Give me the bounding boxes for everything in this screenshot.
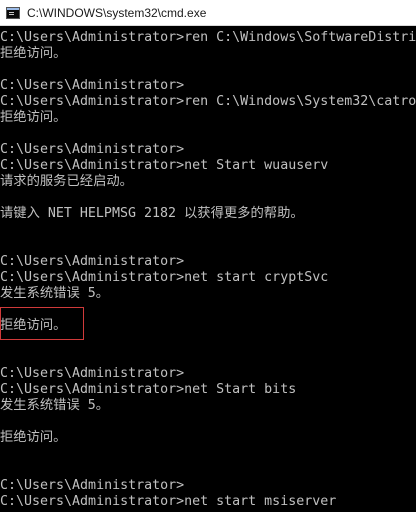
console-line: 请键入 NET HELPMSG 2182 以获得更多的帮助。 <box>0 206 304 221</box>
console-line: C:\Users\Administrator>net Start bits <box>0 382 297 397</box>
console-line: C:\Users\Administrator>net start msiserv… <box>0 494 337 509</box>
cmd-icon <box>6 6 20 19</box>
console-line: C:\Users\Administrator>net Start wuauser… <box>0 158 329 173</box>
console-line: 发生系统错误 5。 <box>0 398 110 413</box>
highlight-annotation-box <box>0 307 84 340</box>
console-output[interactable]: C:\Users\Administrator>ren C:\Windows\So… <box>0 26 416 512</box>
window-title: C:\WINDOWS\system32\cmd.exe <box>27 5 207 20</box>
console-line: 拒绝访问。 <box>0 110 67 125</box>
console-line: C:\Users\Administrator> <box>0 142 185 157</box>
console-line: C:\Users\Administrator>net start cryptSv… <box>0 270 329 285</box>
console-line: C:\Users\Administrator> <box>0 78 185 93</box>
console-line: C:\Users\Administrator> <box>0 254 185 269</box>
console-line: 拒绝访问。 <box>0 46 67 61</box>
console-line: C:\Users\Administrator> <box>0 366 185 381</box>
console-line: 发生系统错误 5。 <box>0 286 110 301</box>
console-line: C:\Users\Administrator>ren C:\Windows\Sy… <box>0 94 416 109</box>
console-line: C:\Users\Administrator>ren C:\Windows\So… <box>0 30 416 45</box>
title-bar[interactable]: C:\WINDOWS\system32\cmd.exe <box>0 0 416 26</box>
console-line: 拒绝访问。 <box>0 430 67 445</box>
console-line: 请求的服务已经启动。 <box>0 174 133 189</box>
console-line: C:\Users\Administrator> <box>0 478 185 493</box>
